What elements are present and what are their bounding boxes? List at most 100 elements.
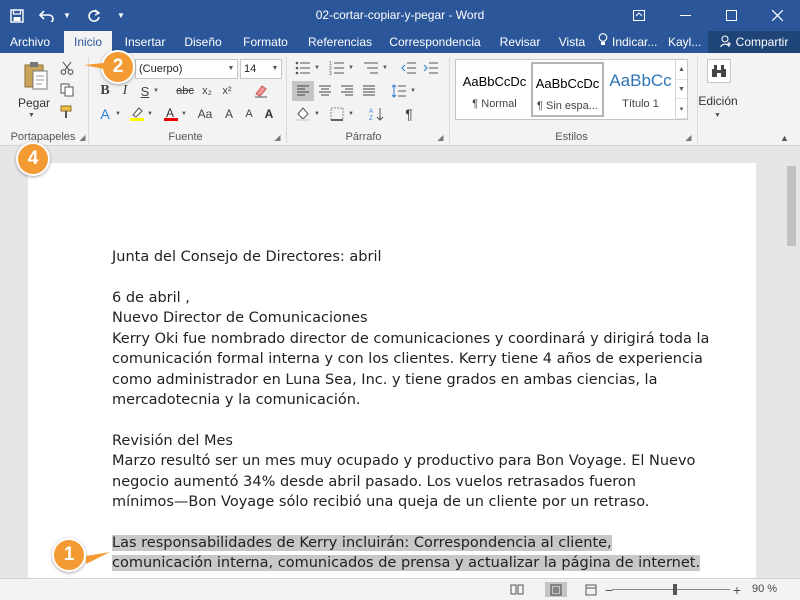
selected-text-line[interactable]: Las responsabilidades de Kerry incluirán… — [112, 533, 612, 554]
selected-text-line[interactable]: comunicación interna, comunicados de pre… — [112, 553, 701, 574]
web-layout-icon[interactable] — [582, 582, 600, 597]
cut-icon[interactable] — [56, 58, 78, 78]
bold-icon[interactable]: B — [94, 81, 116, 101]
strikethrough-icon[interactable]: abc — [174, 81, 196, 101]
tab-revisar[interactable]: Revisar — [494, 31, 546, 53]
shading-dropdown-icon[interactable]: ▼ — [314, 111, 320, 117]
styles-gallery: AaBbCcDc ¶ Normal AaBbCcDc ¶ Sin espa...… — [455, 59, 688, 120]
increase-indent-icon[interactable] — [420, 58, 442, 78]
tab-diseno[interactable]: Diseño — [178, 31, 228, 53]
paragraph-launcher-icon[interactable]: ◢ — [436, 133, 445, 142]
document-page[interactable]: Junta del Consejo de Directores: abril 6… — [28, 163, 756, 583]
font-color-dropdown-icon[interactable]: ▼ — [181, 111, 187, 117]
share-button[interactable]: Compartir — [708, 31, 800, 53]
maximize-icon[interactable] — [708, 0, 754, 31]
section2-line: mínimos—Bon Voyage sólo recibió una quej… — [112, 494, 650, 510]
justify-icon[interactable] — [358, 81, 380, 101]
selected-text[interactable]: comunicación interna, comunicados de pre… — [112, 555, 701, 571]
clear-formatting-icon[interactable] — [250, 81, 272, 101]
styles-more-icon[interactable]: ▾ — [676, 99, 687, 120]
tab-vista[interactable]: Vista — [552, 31, 592, 53]
tab-archivo[interactable]: Archivo — [0, 31, 60, 53]
section1-line: mercadotecnia y la comunicación. — [112, 392, 361, 408]
align-left-icon[interactable] — [292, 81, 314, 101]
styles-scroll-down-icon[interactable]: ▼ — [676, 80, 687, 100]
multilevel-dropdown-icon[interactable]: ▼ — [382, 65, 388, 71]
underline-dropdown-icon[interactable]: ▼ — [153, 88, 159, 94]
line-spacing-dropdown-icon[interactable]: ▼ — [410, 88, 416, 94]
bullets-icon[interactable] — [292, 58, 314, 78]
zoom-level[interactable]: 90 % — [752, 583, 777, 595]
show-marks-icon[interactable]: ¶ — [398, 104, 420, 124]
align-right-icon[interactable] — [336, 81, 358, 101]
clipboard-launcher-icon[interactable]: ◢ — [78, 133, 87, 142]
print-layout-icon[interactable] — [545, 582, 567, 597]
tell-me-label: Indicar... — [612, 35, 658, 49]
binoculars-icon[interactable] — [707, 59, 731, 83]
ribbon-display-options-icon[interactable] — [616, 0, 662, 31]
shrink-font-icon[interactable]: A — [238, 104, 260, 124]
selected-text[interactable]: Las responsabilidades de Kerry incluirán… — [112, 535, 612, 551]
tab-referencias[interactable]: Referencias — [302, 31, 378, 53]
editing-label[interactable]: Edición — [697, 94, 739, 108]
subscript-icon[interactable]: x₂ — [196, 81, 218, 101]
bullets-dropdown-icon[interactable]: ▼ — [314, 65, 320, 71]
character-shading-icon[interactable]: A — [258, 104, 280, 124]
collapse-ribbon-icon[interactable]: ▲ — [780, 133, 789, 143]
minimize-icon[interactable] — [662, 0, 708, 31]
borders-icon[interactable] — [326, 104, 348, 124]
sort-icon[interactable]: AZ — [366, 104, 388, 124]
style-no-spacing[interactable]: AaBbCcDc ¶ Sin espa... — [531, 62, 604, 117]
title-bar: ▼ ▼ 02-cortar-copiar-y-pegar - Word — [0, 0, 800, 31]
read-mode-icon[interactable] — [508, 582, 526, 597]
vertical-scrollbar[interactable] — [783, 146, 800, 578]
grow-font-icon[interactable]: A — [218, 104, 240, 124]
format-painter-icon[interactable] — [56, 102, 78, 122]
copy-icon[interactable] — [56, 80, 78, 100]
font-color-icon[interactable]: A — [160, 104, 182, 124]
align-center-icon[interactable] — [314, 81, 336, 101]
zoom-slider[interactable] — [612, 589, 730, 590]
font-name-value: (Cuerpo) — [139, 63, 183, 75]
font-size-combo[interactable]: 14 ▼ — [240, 59, 282, 79]
font-launcher-icon[interactable]: ◢ — [273, 133, 282, 142]
shading-icon[interactable] — [292, 104, 314, 124]
zoom-in-icon[interactable]: + — [728, 582, 746, 598]
paste-icon[interactable] — [20, 59, 52, 93]
borders-dropdown-icon[interactable]: ▼ — [348, 111, 354, 117]
paste-dropdown-icon[interactable]: ▼ — [28, 112, 35, 119]
user-name[interactable]: Kayl... — [668, 31, 701, 53]
change-case-icon[interactable]: Aa — [194, 104, 216, 124]
paste-label[interactable]: Pegar — [14, 96, 54, 110]
styles-launcher-icon[interactable]: ◢ — [684, 133, 693, 142]
font-size-dropdown-icon[interactable]: ▼ — [269, 60, 281, 78]
style-sample: AaBbCcDc — [535, 76, 600, 91]
scrollbar-thumb[interactable] — [787, 166, 796, 246]
line-spacing-icon[interactable] — [388, 81, 410, 101]
decrease-indent-icon[interactable] — [398, 58, 420, 78]
numbering-icon[interactable]: 123 — [326, 58, 348, 78]
zoom-slider-thumb[interactable] — [673, 584, 677, 595]
italic-icon[interactable]: I — [114, 81, 136, 101]
style-normal[interactable]: AaBbCcDc ¶ Normal — [458, 62, 531, 117]
styles-scroll-up-icon[interactable]: ▲ — [676, 60, 687, 80]
close-icon[interactable] — [754, 0, 800, 31]
tell-me-box[interactable]: Indicar... — [598, 31, 657, 53]
font-name-combo[interactable]: (Cuerpo) ▼ — [135, 59, 238, 79]
tab-insertar[interactable]: Insertar — [118, 31, 172, 53]
tab-correspondencia[interactable]: Correspondencia — [384, 31, 486, 53]
text-effects-icon[interactable]: A — [94, 104, 116, 124]
highlight-dropdown-icon[interactable]: ▼ — [147, 111, 153, 117]
numbering-dropdown-icon[interactable]: ▼ — [348, 65, 354, 71]
font-name-dropdown-icon[interactable]: ▼ — [225, 60, 237, 78]
multilevel-list-icon[interactable] — [360, 58, 382, 78]
editing-dropdown-icon[interactable]: ▼ — [714, 112, 721, 119]
highlight-color-icon[interactable] — [126, 104, 148, 124]
tab-formato[interactable]: Formato — [237, 31, 294, 53]
style-name: ¶ Normal — [472, 98, 517, 110]
text-effects-dropdown-icon[interactable]: ▼ — [115, 111, 121, 117]
superscript-icon[interactable]: x² — [216, 81, 238, 101]
callout-1: 1 — [52, 538, 86, 572]
style-heading-1[interactable]: AaBbCc Título 1 — [604, 62, 677, 117]
tab-inicio[interactable]: Inicio — [64, 31, 112, 53]
